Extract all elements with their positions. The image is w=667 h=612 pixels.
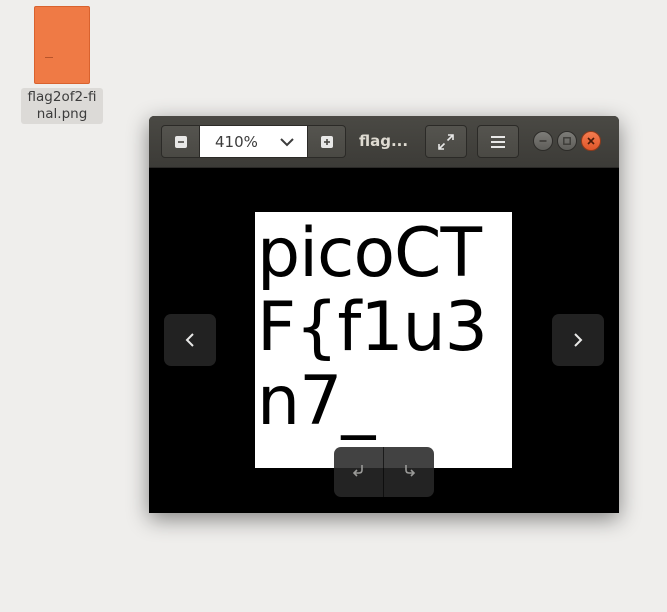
desktop-file-label: flag2of2-final.png bbox=[21, 88, 103, 124]
rotate-controls bbox=[334, 447, 434, 497]
zoom-level-value: 410% bbox=[215, 132, 258, 151]
image-text-line-3: n7_ bbox=[257, 362, 375, 441]
minus-icon bbox=[174, 135, 187, 148]
menu-button[interactable] bbox=[477, 125, 519, 158]
minimize-icon bbox=[539, 140, 547, 142]
close-icon bbox=[587, 137, 595, 145]
zoom-level-dropdown[interactable]: 410% bbox=[200, 125, 307, 158]
hamburger-menu-icon bbox=[491, 135, 505, 148]
zoom-in-button[interactable] bbox=[307, 125, 346, 158]
image-text-line-2: F{f1u3 bbox=[257, 288, 488, 367]
image-viewer-window: 410% flag... picoCT F{f1u3 n7_ bbox=[149, 116, 619, 513]
desktop-file-icon[interactable]: flag2of2-final.png bbox=[20, 6, 104, 124]
next-image-button[interactable] bbox=[552, 314, 604, 366]
displayed-image: picoCT F{f1u3 n7_ bbox=[255, 212, 512, 468]
image-canvas[interactable]: picoCT F{f1u3 n7_ bbox=[149, 168, 619, 513]
fullscreen-icon bbox=[438, 133, 454, 150]
rotate-left-icon bbox=[352, 465, 363, 477]
minimize-button[interactable] bbox=[533, 131, 553, 151]
maximize-button[interactable] bbox=[557, 131, 577, 151]
png-file-icon bbox=[34, 6, 90, 84]
image-text-line-1: picoCT bbox=[257, 214, 482, 293]
previous-image-button[interactable] bbox=[164, 314, 216, 366]
chevron-right-icon bbox=[574, 333, 583, 347]
chevron-down-icon bbox=[280, 138, 294, 147]
maximize-icon bbox=[563, 137, 571, 145]
window-title: flag... bbox=[359, 132, 409, 150]
close-button[interactable] bbox=[581, 131, 601, 151]
plus-icon bbox=[320, 135, 333, 148]
header-bar: 410% flag... bbox=[149, 116, 619, 168]
zoom-out-button[interactable] bbox=[161, 125, 200, 158]
rotate-right-icon bbox=[405, 465, 416, 477]
window-controls bbox=[533, 131, 601, 151]
chevron-left-icon bbox=[185, 333, 194, 347]
rotate-left-button[interactable] bbox=[334, 447, 384, 497]
fullscreen-button[interactable] bbox=[425, 125, 467, 158]
rotate-right-button[interactable] bbox=[384, 447, 434, 497]
